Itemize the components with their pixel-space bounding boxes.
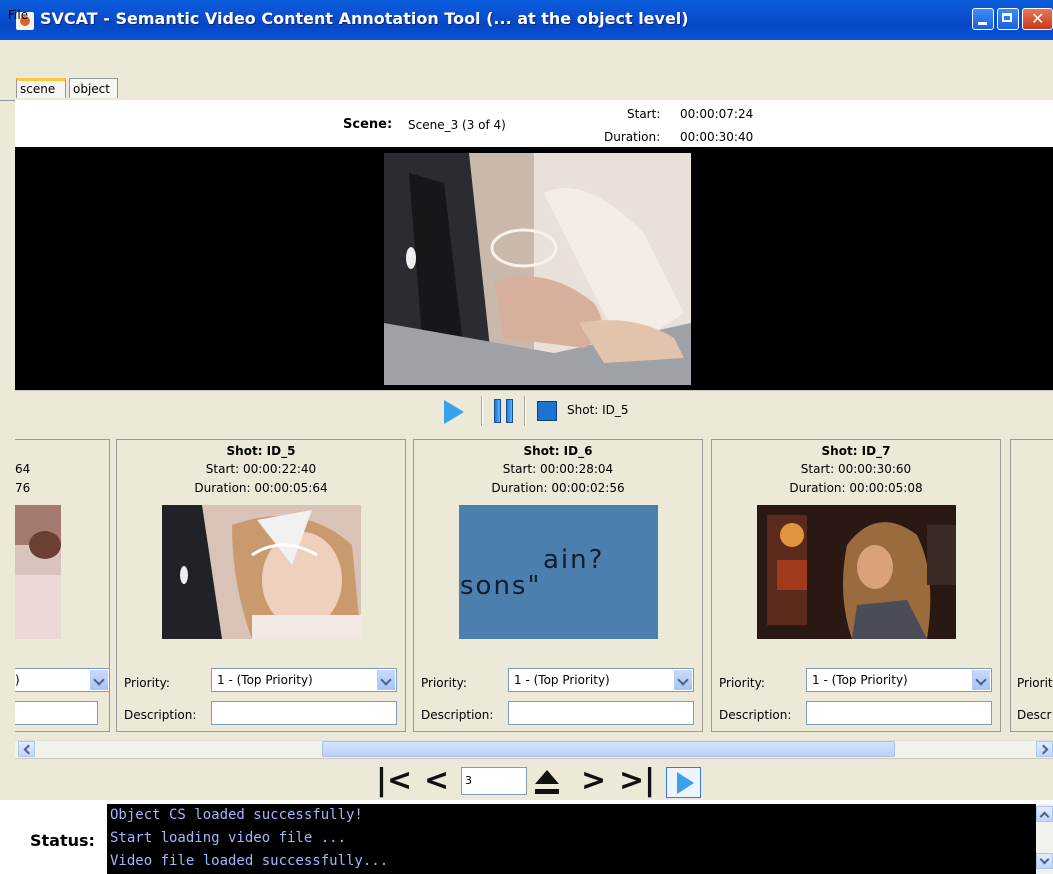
menu-file[interactable]: File [8, 8, 28, 22]
close-button[interactable] [1022, 8, 1053, 30]
last-page-icon[interactable]: >| [619, 766, 655, 796]
shot-duration: Duration: 00:00:02:56 [491, 481, 625, 495]
status-line: Video file loaded successfully... [110, 853, 389, 869]
chevron-down-icon [674, 670, 692, 690]
description-label: Description: [124, 708, 197, 722]
shot-card-partial-left: 64 76 ) [15, 439, 110, 732]
scroll-thumb[interactable] [322, 741, 895, 757]
shot-title: Shot: ID_6 [523, 444, 593, 458]
first-page-icon[interactable]: |< [376, 766, 412, 796]
tab-strip [0, 70, 1053, 101]
player-controls-bar [15, 390, 1053, 433]
description-label: Description: [719, 708, 792, 722]
description-input[interactable] [211, 701, 397, 725]
shot-start: Start: 00:00:30:60 [800, 462, 912, 476]
shot-start-fragment: 64 [15, 462, 31, 476]
scene-header [15, 100, 1053, 147]
status-console[interactable]: Object CS loaded successfully! Start loa… [107, 804, 1036, 874]
shot-card-partial-right: Priorit Descr [1010, 439, 1053, 732]
shot-thumbnail[interactable]: ain? sons" [459, 505, 658, 639]
chevron-down-icon [377, 670, 395, 690]
previous-page-icon[interactable]: < [424, 766, 449, 796]
shot-title: Shot: ID_7 [821, 444, 891, 458]
scroll-up-icon[interactable] [1036, 806, 1053, 822]
window-title: SVCAT - Semantic Video Content Annotatio… [40, 9, 689, 28]
description-input[interactable] [806, 701, 992, 725]
priority-label: Priority: [124, 676, 170, 690]
status-label: Status: [30, 831, 95, 850]
tab-scene[interactable]: scene [16, 78, 66, 98]
scroll-left-icon[interactable] [18, 741, 35, 757]
shot-thumbnail [15, 505, 61, 639]
scene-value: Scene_3 (3 of 4) [408, 118, 506, 132]
scene-start-value: 00:00:07:24 [680, 107, 754, 121]
shot-thumbnail[interactable] [162, 505, 361, 639]
priority-select[interactable]: 1 - (Top Priority) [806, 668, 992, 692]
shot-card[interactable]: Shot: ID_7 Start: 00:00:30:60 Duration: … [711, 439, 1001, 732]
play-icon[interactable] [444, 400, 464, 424]
shot-card[interactable]: Shot: ID_6 Start: 00:00:28:04 Duration: … [413, 439, 703, 732]
menu-bar [0, 40, 1053, 70]
description-label: Description: [421, 708, 494, 722]
scroll-right-icon[interactable] [1036, 741, 1053, 757]
priority-label: Priority: [719, 676, 765, 690]
next-page-icon[interactable]: > [581, 766, 606, 796]
status-line: Start loading video file ... [110, 830, 347, 846]
tab-object[interactable]: object [69, 78, 118, 98]
toolbar-separator [481, 396, 483, 426]
description-input[interactable] [15, 701, 98, 725]
minimize-button[interactable] [972, 8, 994, 30]
shot-start: Start: 00:00:22:40 [205, 462, 317, 476]
thumbnail-text: ain? [543, 545, 605, 575]
priority-label: Priorit [1017, 676, 1053, 690]
maximize-button[interactable] [997, 8, 1019, 30]
scroll-down-icon[interactable] [1036, 853, 1053, 869]
pause-icon[interactable] [494, 399, 516, 423]
priority-select[interactable]: 1 - (Top Priority) [211, 668, 397, 692]
status-line: Object CS loaded successfully! [110, 807, 363, 823]
priority-select[interactable]: 1 - (Top Priority) [508, 668, 694, 692]
scene-start-label: Start: [627, 107, 661, 121]
chevron-down-icon [972, 670, 990, 690]
current-shot-label: Shot: ID_5 [567, 403, 629, 417]
description-label: Descr [1017, 708, 1052, 722]
shot-duration-fragment: 76 [15, 481, 31, 495]
shot-title: Shot: ID_5 [226, 444, 296, 458]
priority-label: Priority: [421, 676, 467, 690]
scene-label: Scene: [343, 117, 393, 132]
shot-thumbnail[interactable] [757, 505, 956, 639]
eject-icon[interactable] [534, 770, 560, 796]
scene-duration-label: Duration: [604, 130, 661, 144]
page-number-input[interactable]: 3 [461, 767, 527, 795]
shot-start: Start: 00:00:28:04 [502, 462, 614, 476]
shot-duration: Duration: 00:00:05:64 [194, 481, 328, 495]
stop-icon[interactable] [537, 401, 557, 421]
thumbnail-text: sons" [460, 571, 542, 601]
shot-card[interactable]: Shot: ID_5 Start: 00:00:22:40 Duration: … [116, 439, 406, 732]
scene-duration-value: 00:00:30:40 [680, 130, 754, 144]
toolbar-separator [524, 396, 526, 426]
shot-duration: Duration: 00:00:05:08 [789, 481, 923, 495]
play-icon[interactable] [666, 767, 701, 798]
priority-select[interactable]: ) [15, 668, 110, 692]
video-frame [384, 153, 691, 385]
description-input[interactable] [508, 701, 694, 725]
